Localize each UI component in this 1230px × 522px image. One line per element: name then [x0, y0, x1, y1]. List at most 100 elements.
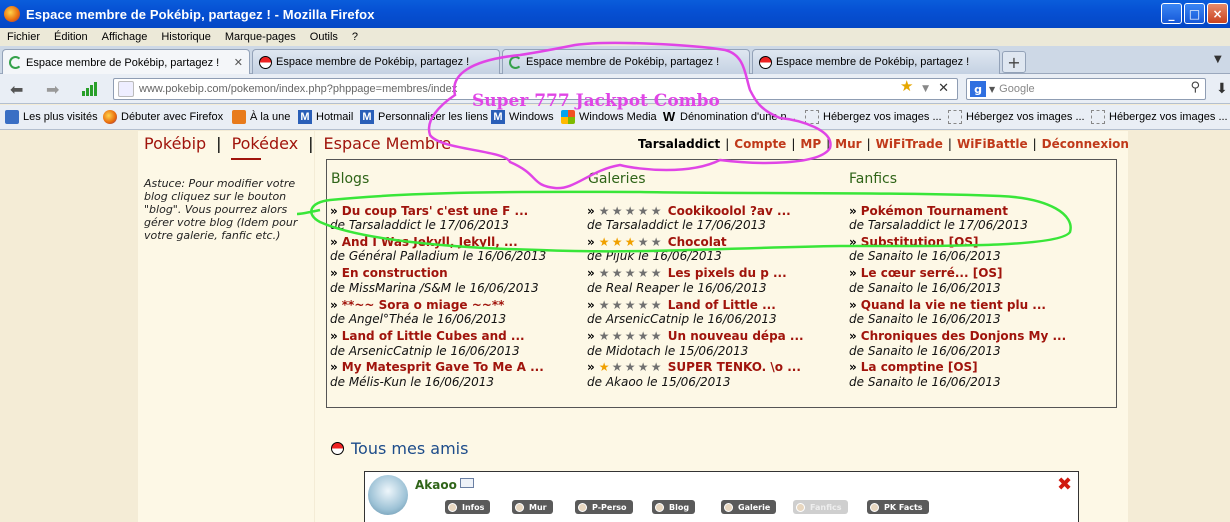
bookmark-hebergez-3[interactable]: Hébergez vos images ... [1091, 110, 1228, 124]
search-icon[interactable]: ⚲ [1190, 80, 1200, 95]
galeries-list: » ★ ★ ★ ★ ★ Cookikoolol ?av ... de Tarsaladdict… [587, 203, 804, 391]
bookmark-hebergez-1[interactable]: Hébergez vos images ... [805, 110, 942, 124]
blogs-title-link[interactable]: En construction [342, 266, 448, 280]
galeries-title-link[interactable]: Les pixels du p ... [668, 266, 787, 280]
blogs-title-link[interactable]: My Matesprit Gave To Me A ... [342, 360, 544, 374]
browser-tab-4[interactable]: Espace membre de Pokébip, partagez ! [752, 49, 1000, 74]
galeries-title-link[interactable]: SUPER TENKO. \o ... [668, 360, 801, 374]
fanfics-title-link[interactable]: La comptine [OS] [861, 360, 978, 374]
star-icon: ★ [637, 203, 649, 218]
site-identity-icon[interactable] [118, 81, 134, 97]
wifitrade-link[interactable]: WiFiTrade [876, 137, 943, 151]
fanfics-title-link[interactable]: Substitution [OS] [861, 235, 979, 249]
bullet-icon: » [587, 360, 595, 375]
friend-p-perso-button[interactable]: P-Perso [575, 500, 633, 514]
compte-link[interactable]: Compte [734, 137, 786, 151]
url-text[interactable]: www.pokebip.com/pokemon/index.php?phppag… [139, 83, 457, 95]
engine-dropdown-icon[interactable]: ▼ [989, 85, 995, 94]
fanfics-title-link[interactable]: Le cœur serré... [OS] [861, 266, 1003, 280]
download-icon[interactable]: ⬇ [1216, 81, 1228, 97]
nav-espace-membre-link[interactable]: Espace Membre [324, 134, 452, 153]
bookmark-hebergez-2[interactable]: Hébergez vos images ... [948, 110, 1085, 124]
bookmark-a-la-une[interactable]: À la une [232, 110, 290, 124]
star-icon: ★ [598, 297, 610, 312]
menu-historique[interactable]: Historique [154, 31, 218, 43]
menu-marque-pages[interactable]: Marque-pages [218, 31, 303, 43]
deconnexion-link[interactable]: Déconnexion [1042, 137, 1129, 151]
fanfics-meta: de Sanaito le 16/06/2013 [849, 280, 1001, 295]
close-tab-icon[interactable]: ✕ [234, 56, 243, 69]
friend-blog-button[interactable]: Blog [652, 500, 696, 514]
bookmark-windows[interactable]: M Windows [491, 110, 554, 124]
bookmark-label: Windows [509, 111, 554, 123]
galeries-meta: de Tarsaladdict le 17/06/2013 [587, 218, 766, 232]
url-dropdown-icon[interactable]: ▼ [922, 84, 929, 94]
search-input[interactable]: Google [999, 83, 1034, 95]
galeries-title-link[interactable]: Cookikoolol ?av ... [668, 204, 791, 218]
mp-link[interactable]: MP [800, 137, 821, 151]
bookmark-hotmail[interactable]: M Hotmail [298, 110, 353, 124]
remove-friend-icon[interactable]: ✖ [1057, 474, 1072, 495]
galeries-title-link[interactable]: Un nouveau dépa ... [668, 329, 804, 343]
bookmark-label: Les plus visités [23, 111, 98, 123]
fanfics-title-link[interactable]: Chroniques des Donjons My ... [861, 329, 1066, 343]
page-icon [948, 110, 962, 124]
star-icon: ★ [650, 360, 662, 375]
tab-list-chevron-icon[interactable]: ▼ [1214, 54, 1222, 65]
friend-fanfics-button[interactable]: Fanfics [793, 500, 848, 514]
bookmark-denomination[interactable]: W Dénomination d'une n... [662, 110, 796, 124]
friend-mur-button[interactable]: Mur [512, 500, 553, 514]
friend-pk-facts-button[interactable]: PK Facts [867, 500, 929, 514]
new-tab-button[interactable]: + [1002, 51, 1026, 73]
bookmark-windows-media[interactable]: Windows Media [561, 110, 657, 124]
bullet-icon: » [587, 329, 595, 344]
wifibattle-link[interactable]: WiFiBattle [957, 137, 1028, 151]
star-icon: ★ [650, 266, 662, 281]
friend-infos-button[interactable]: Infos [445, 500, 491, 514]
fanfics-title-link[interactable]: Pokémon Tournament [861, 204, 1008, 218]
galeries-title-link[interactable]: Chocolat [668, 235, 727, 249]
mur-link[interactable]: Mur [835, 137, 861, 151]
bookmark-label: Hotmail [316, 111, 354, 123]
search-bar[interactable]: g ▼ Google ⚲ [966, 78, 1206, 100]
friend-name[interactable]: Akaoo [415, 478, 457, 492]
nav-pokedex-link[interactable]: Pokédex [232, 134, 299, 153]
bullet-icon: » [330, 234, 338, 249]
browser-tab-1[interactable]: Espace membre de Pokébip, partagez ! ✕ [2, 49, 250, 75]
browser-tab-3[interactable]: Espace membre de Pokébip, partagez ! [502, 49, 750, 74]
blogs-title-link[interactable]: **~~ Sora o miage ~~** [342, 298, 505, 312]
signal-bars-icon [82, 82, 97, 96]
bookmark-star-icon[interactable]: ★ [900, 79, 913, 94]
bullet-icon: » [849, 266, 857, 281]
fanfics-title-link[interactable]: Quand la vie ne tient plu ... [861, 298, 1046, 312]
stop-icon[interactable]: ✕ [938, 81, 949, 96]
blogs-title-link[interactable]: And I Was Jekyll, Jekyll, ... [342, 235, 518, 249]
blogs-item: » And I Was Jekyll, Jekyll, ... de Général… [330, 234, 546, 265]
nav-pokebip-link[interactable]: Pokébip [144, 134, 206, 153]
mail-icon[interactable] [460, 478, 474, 488]
menu-edition[interactable]: Édition [47, 31, 95, 43]
avatar[interactable] [368, 475, 408, 515]
browser-tab-2[interactable]: Espace membre de Pokébip, partagez ! [252, 49, 500, 74]
bookmark-label: Débuter avec Firefox [121, 111, 224, 123]
forward-arrow-icon[interactable]: ➡ [46, 80, 59, 99]
google-engine-icon[interactable]: g [970, 81, 986, 97]
button-label: Blog [669, 502, 690, 512]
menu-fichier[interactable]: Fichier [0, 31, 47, 43]
close-window-button[interactable]: × [1207, 3, 1228, 24]
menu-affichage[interactable]: Affichage [95, 31, 155, 43]
menu-help[interactable]: ? [345, 31, 365, 43]
minimize-button[interactable]: _ [1161, 3, 1182, 24]
back-arrow-icon[interactable]: ⬅ [10, 80, 23, 99]
tab-label: Espace membre de Pokébip, partagez ! [26, 56, 220, 69]
bookmark-getting-started[interactable]: Débuter avec Firefox [103, 110, 223, 124]
blogs-title-link[interactable]: Du coup Tars' c'est une F ... [342, 204, 528, 218]
maximize-button[interactable]: □ [1184, 3, 1205, 24]
galeries-title-link[interactable]: Land of Little ... [668, 298, 776, 312]
bookmark-personnaliser[interactable]: M Personnaliser les liens [360, 110, 488, 124]
friend-galerie-button[interactable]: Galerie [721, 500, 777, 514]
blogs-title-link[interactable]: Land of Little Cubes and ... [342, 329, 525, 343]
blogs-meta: de Général Palladium le 16/06/2013 [330, 249, 547, 264]
bookmark-most-visited[interactable]: Les plus visités [5, 110, 98, 124]
menu-outils[interactable]: Outils [303, 31, 345, 43]
